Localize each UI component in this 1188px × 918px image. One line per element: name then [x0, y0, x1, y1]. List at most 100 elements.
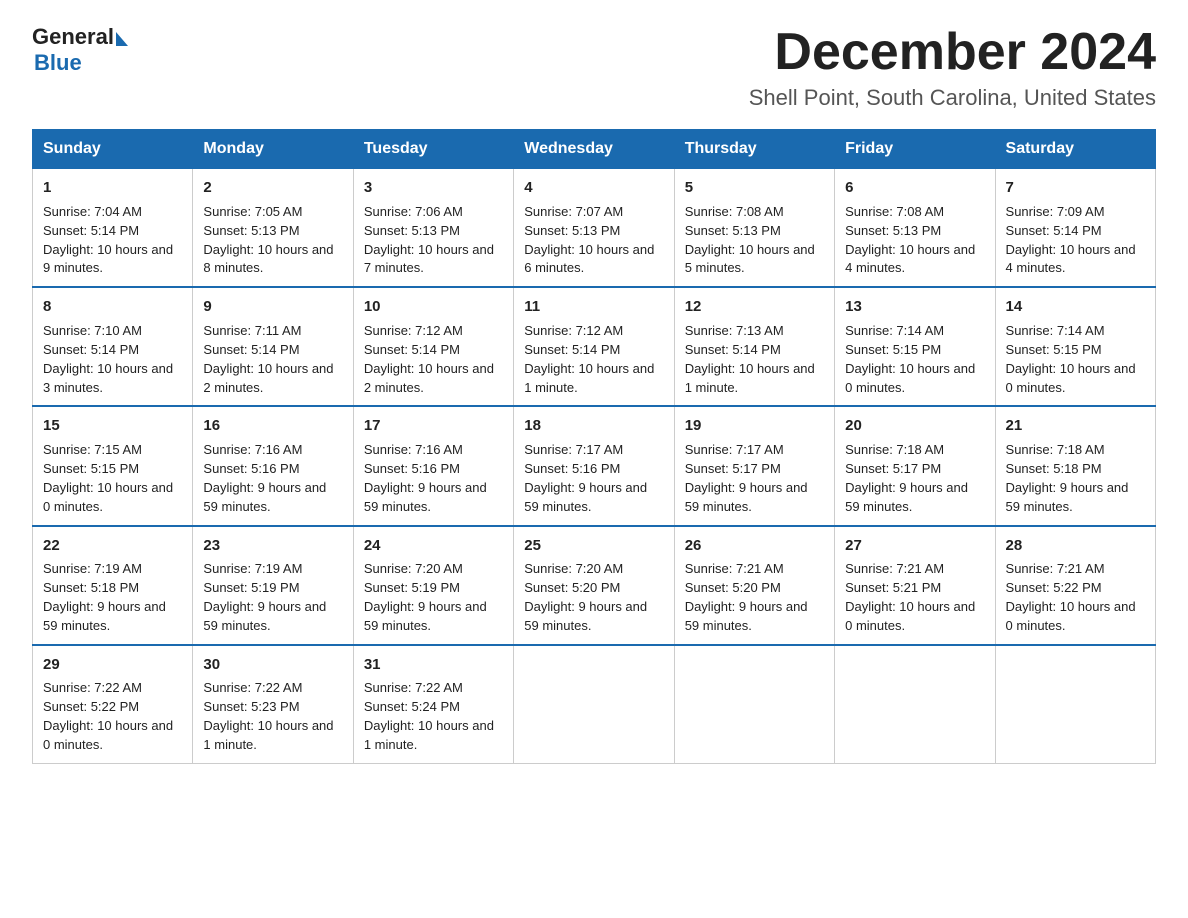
calendar-day-cell: 27 Sunrise: 7:21 AMSunset: 5:21 PMDaylig… — [835, 526, 995, 645]
day-info: Sunrise: 7:09 AMSunset: 5:14 PMDaylight:… — [1006, 204, 1136, 276]
day-number: 5 — [685, 177, 824, 199]
calendar-day-cell — [995, 645, 1155, 764]
day-number: 7 — [1006, 177, 1145, 199]
day-info: Sunrise: 7:18 AMSunset: 5:17 PMDaylight:… — [845, 442, 968, 514]
calendar-header-row: SundayMondayTuesdayWednesdayThursdayFrid… — [33, 130, 1156, 169]
day-info: Sunrise: 7:19 AMSunset: 5:19 PMDaylight:… — [203, 561, 326, 633]
day-info: Sunrise: 7:21 AMSunset: 5:21 PMDaylight:… — [845, 561, 975, 633]
day-info: Sunrise: 7:08 AMSunset: 5:13 PMDaylight:… — [685, 204, 815, 276]
calendar-day-cell: 8 Sunrise: 7:10 AMSunset: 5:14 PMDayligh… — [33, 287, 193, 406]
day-number: 26 — [685, 535, 824, 557]
calendar-day-cell: 29 Sunrise: 7:22 AMSunset: 5:22 PMDaylig… — [33, 645, 193, 764]
day-number: 10 — [364, 296, 503, 318]
calendar-day-cell: 2 Sunrise: 7:05 AMSunset: 5:13 PMDayligh… — [193, 169, 353, 288]
logo-blue-text: Blue — [34, 50, 82, 75]
calendar-day-cell: 31 Sunrise: 7:22 AMSunset: 5:24 PMDaylig… — [353, 645, 513, 764]
calendar-day-cell: 23 Sunrise: 7:19 AMSunset: 5:19 PMDaylig… — [193, 526, 353, 645]
day-number: 3 — [364, 177, 503, 199]
calendar-day-cell: 11 Sunrise: 7:12 AMSunset: 5:14 PMDaylig… — [514, 287, 674, 406]
calendar-week-row: 22 Sunrise: 7:19 AMSunset: 5:18 PMDaylig… — [33, 526, 1156, 645]
day-info: Sunrise: 7:17 AMSunset: 5:17 PMDaylight:… — [685, 442, 808, 514]
calendar-day-cell: 13 Sunrise: 7:14 AMSunset: 5:15 PMDaylig… — [835, 287, 995, 406]
calendar-table: SundayMondayTuesdayWednesdayThursdayFrid… — [32, 129, 1156, 764]
day-number: 9 — [203, 296, 342, 318]
day-info: Sunrise: 7:05 AMSunset: 5:13 PMDaylight:… — [203, 204, 333, 276]
day-info: Sunrise: 7:08 AMSunset: 5:13 PMDaylight:… — [845, 204, 975, 276]
calendar-day-cell: 21 Sunrise: 7:18 AMSunset: 5:18 PMDaylig… — [995, 406, 1155, 525]
calendar-day-cell: 25 Sunrise: 7:20 AMSunset: 5:20 PMDaylig… — [514, 526, 674, 645]
day-number: 14 — [1006, 296, 1145, 318]
logo-general-text: General — [32, 24, 114, 50]
day-info: Sunrise: 7:19 AMSunset: 5:18 PMDaylight:… — [43, 561, 166, 633]
calendar-day-cell: 17 Sunrise: 7:16 AMSunset: 5:16 PMDaylig… — [353, 406, 513, 525]
day-number: 23 — [203, 535, 342, 557]
day-info: Sunrise: 7:14 AMSunset: 5:15 PMDaylight:… — [1006, 323, 1136, 395]
day-info: Sunrise: 7:12 AMSunset: 5:14 PMDaylight:… — [524, 323, 654, 395]
calendar-day-cell: 12 Sunrise: 7:13 AMSunset: 5:14 PMDaylig… — [674, 287, 834, 406]
calendar-week-row: 8 Sunrise: 7:10 AMSunset: 5:14 PMDayligh… — [33, 287, 1156, 406]
calendar-day-cell: 6 Sunrise: 7:08 AMSunset: 5:13 PMDayligh… — [835, 169, 995, 288]
calendar-day-cell: 14 Sunrise: 7:14 AMSunset: 5:15 PMDaylig… — [995, 287, 1155, 406]
day-info: Sunrise: 7:22 AMSunset: 5:24 PMDaylight:… — [364, 680, 494, 752]
calendar-day-cell: 4 Sunrise: 7:07 AMSunset: 5:13 PMDayligh… — [514, 169, 674, 288]
calendar-day-cell — [674, 645, 834, 764]
day-info: Sunrise: 7:16 AMSunset: 5:16 PMDaylight:… — [203, 442, 326, 514]
day-number: 28 — [1006, 535, 1145, 557]
day-number: 13 — [845, 296, 984, 318]
day-info: Sunrise: 7:13 AMSunset: 5:14 PMDaylight:… — [685, 323, 815, 395]
day-info: Sunrise: 7:22 AMSunset: 5:23 PMDaylight:… — [203, 680, 333, 752]
day-info: Sunrise: 7:04 AMSunset: 5:14 PMDaylight:… — [43, 204, 173, 276]
calendar-day-cell: 19 Sunrise: 7:17 AMSunset: 5:17 PMDaylig… — [674, 406, 834, 525]
calendar-day-cell: 10 Sunrise: 7:12 AMSunset: 5:14 PMDaylig… — [353, 287, 513, 406]
calendar-header-wednesday: Wednesday — [514, 130, 674, 169]
calendar-day-cell: 5 Sunrise: 7:08 AMSunset: 5:13 PMDayligh… — [674, 169, 834, 288]
calendar-header-thursday: Thursday — [674, 130, 834, 169]
calendar-header-saturday: Saturday — [995, 130, 1155, 169]
day-number: 16 — [203, 415, 342, 437]
calendar-header-tuesday: Tuesday — [353, 130, 513, 169]
day-info: Sunrise: 7:10 AMSunset: 5:14 PMDaylight:… — [43, 323, 173, 395]
day-number: 1 — [43, 177, 182, 199]
calendar-day-cell: 16 Sunrise: 7:16 AMSunset: 5:16 PMDaylig… — [193, 406, 353, 525]
calendar-week-row: 1 Sunrise: 7:04 AMSunset: 5:14 PMDayligh… — [33, 169, 1156, 288]
calendar-day-cell: 20 Sunrise: 7:18 AMSunset: 5:17 PMDaylig… — [835, 406, 995, 525]
calendar-header-friday: Friday — [835, 130, 995, 169]
calendar-day-cell: 24 Sunrise: 7:20 AMSunset: 5:19 PMDaylig… — [353, 526, 513, 645]
calendar-header-sunday: Sunday — [33, 130, 193, 169]
day-info: Sunrise: 7:20 AMSunset: 5:19 PMDaylight:… — [364, 561, 487, 633]
calendar-day-cell: 28 Sunrise: 7:21 AMSunset: 5:22 PMDaylig… — [995, 526, 1155, 645]
day-number: 31 — [364, 654, 503, 676]
calendar-day-cell — [835, 645, 995, 764]
logo: General Blue — [32, 24, 128, 77]
calendar-day-cell: 3 Sunrise: 7:06 AMSunset: 5:13 PMDayligh… — [353, 169, 513, 288]
title-area: December 2024 Shell Point, South Carolin… — [749, 24, 1156, 111]
day-number: 6 — [845, 177, 984, 199]
day-number: 20 — [845, 415, 984, 437]
day-info: Sunrise: 7:21 AMSunset: 5:20 PMDaylight:… — [685, 561, 808, 633]
day-info: Sunrise: 7:12 AMSunset: 5:14 PMDaylight:… — [364, 323, 494, 395]
month-title: December 2024 — [749, 24, 1156, 81]
day-info: Sunrise: 7:21 AMSunset: 5:22 PMDaylight:… — [1006, 561, 1136, 633]
day-info: Sunrise: 7:07 AMSunset: 5:13 PMDaylight:… — [524, 204, 654, 276]
day-info: Sunrise: 7:14 AMSunset: 5:15 PMDaylight:… — [845, 323, 975, 395]
calendar-day-cell: 22 Sunrise: 7:19 AMSunset: 5:18 PMDaylig… — [33, 526, 193, 645]
day-number: 11 — [524, 296, 663, 318]
day-info: Sunrise: 7:20 AMSunset: 5:20 PMDaylight:… — [524, 561, 647, 633]
day-info: Sunrise: 7:11 AMSunset: 5:14 PMDaylight:… — [203, 323, 333, 395]
day-number: 25 — [524, 535, 663, 557]
day-info: Sunrise: 7:15 AMSunset: 5:15 PMDaylight:… — [43, 442, 173, 514]
page-header: General Blue December 2024 Shell Point, … — [32, 24, 1156, 111]
day-number: 8 — [43, 296, 182, 318]
calendar-day-cell: 18 Sunrise: 7:17 AMSunset: 5:16 PMDaylig… — [514, 406, 674, 525]
day-number: 4 — [524, 177, 663, 199]
calendar-week-row: 29 Sunrise: 7:22 AMSunset: 5:22 PMDaylig… — [33, 645, 1156, 764]
calendar-day-cell: 9 Sunrise: 7:11 AMSunset: 5:14 PMDayligh… — [193, 287, 353, 406]
day-number: 19 — [685, 415, 824, 437]
calendar-day-cell: 7 Sunrise: 7:09 AMSunset: 5:14 PMDayligh… — [995, 169, 1155, 288]
day-number: 24 — [364, 535, 503, 557]
calendar-header-monday: Monday — [193, 130, 353, 169]
calendar-day-cell: 26 Sunrise: 7:21 AMSunset: 5:20 PMDaylig… — [674, 526, 834, 645]
day-info: Sunrise: 7:22 AMSunset: 5:22 PMDaylight:… — [43, 680, 173, 752]
day-number: 2 — [203, 177, 342, 199]
day-number: 30 — [203, 654, 342, 676]
